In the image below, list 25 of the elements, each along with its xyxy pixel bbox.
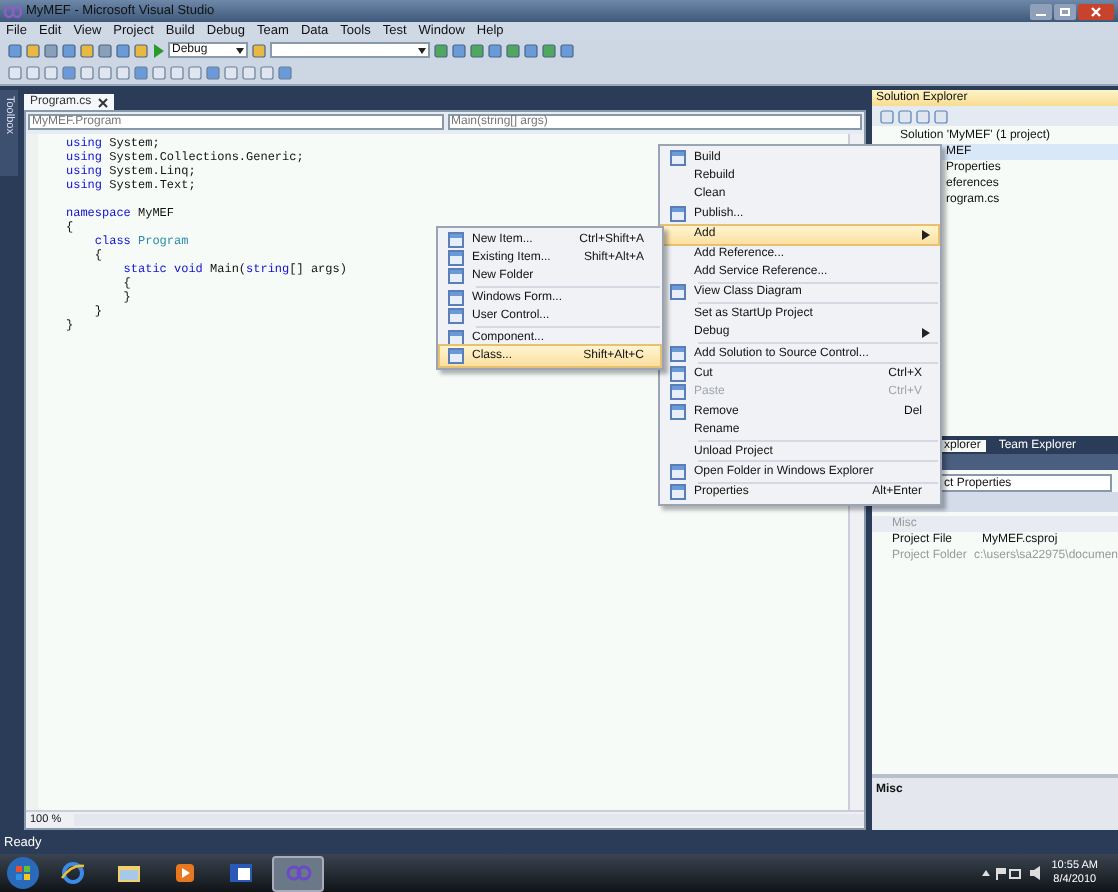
minimize-icon[interactable] bbox=[1030, 3, 1052, 19]
app-icon bbox=[59, 862, 85, 884]
horizontal-scrollbar[interactable] bbox=[74, 814, 864, 826]
platform-dropdown[interactable] bbox=[270, 42, 430, 58]
dropdown-arrow-icon bbox=[418, 47, 426, 53]
submenu-arrow-icon bbox=[922, 229, 930, 240]
maximize-icon[interactable] bbox=[1054, 3, 1076, 19]
speaker-icon[interactable] bbox=[1029, 866, 1044, 880]
start-button-icon[interactable] bbox=[6, 856, 40, 890]
dropdown-arrow-icon bbox=[236, 47, 244, 53]
play-icon[interactable] bbox=[152, 43, 164, 57]
page-icon bbox=[670, 284, 686, 301]
page-icon bbox=[670, 463, 686, 480]
tray-icons bbox=[981, 866, 1022, 880]
page-icon bbox=[670, 345, 686, 362]
app-icon bbox=[227, 862, 253, 884]
infinity-logo-icon bbox=[4, 3, 22, 19]
app-icon bbox=[171, 862, 197, 884]
app-icon bbox=[285, 862, 311, 884]
close-icon[interactable] bbox=[97, 97, 108, 107]
app-icon bbox=[115, 862, 141, 884]
page-icon bbox=[670, 205, 686, 222]
page-icon bbox=[670, 149, 686, 166]
submenu-arrow-icon bbox=[922, 327, 930, 338]
page-icon bbox=[670, 484, 686, 501]
